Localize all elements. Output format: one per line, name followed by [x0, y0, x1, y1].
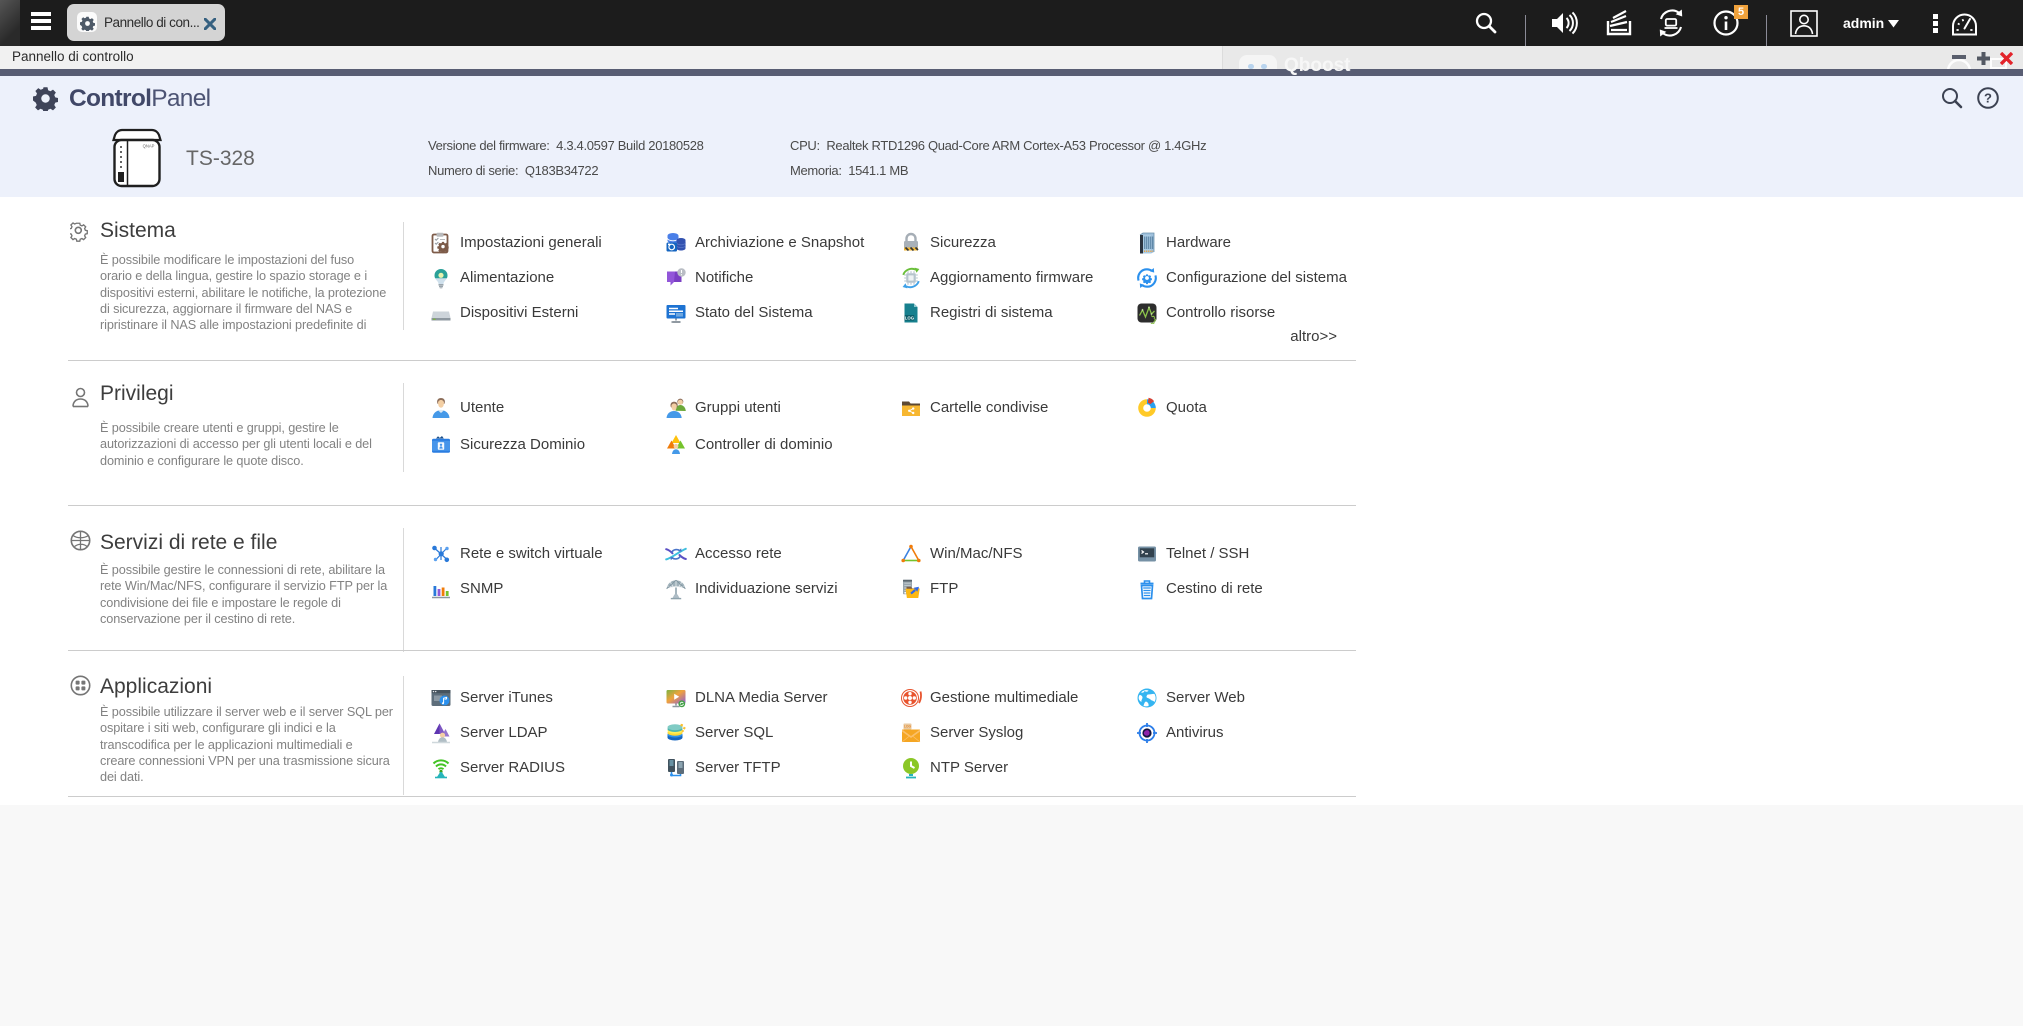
svg-text:?: ?	[1984, 91, 1992, 106]
svg-text:QNAP: QNAP	[143, 144, 155, 149]
